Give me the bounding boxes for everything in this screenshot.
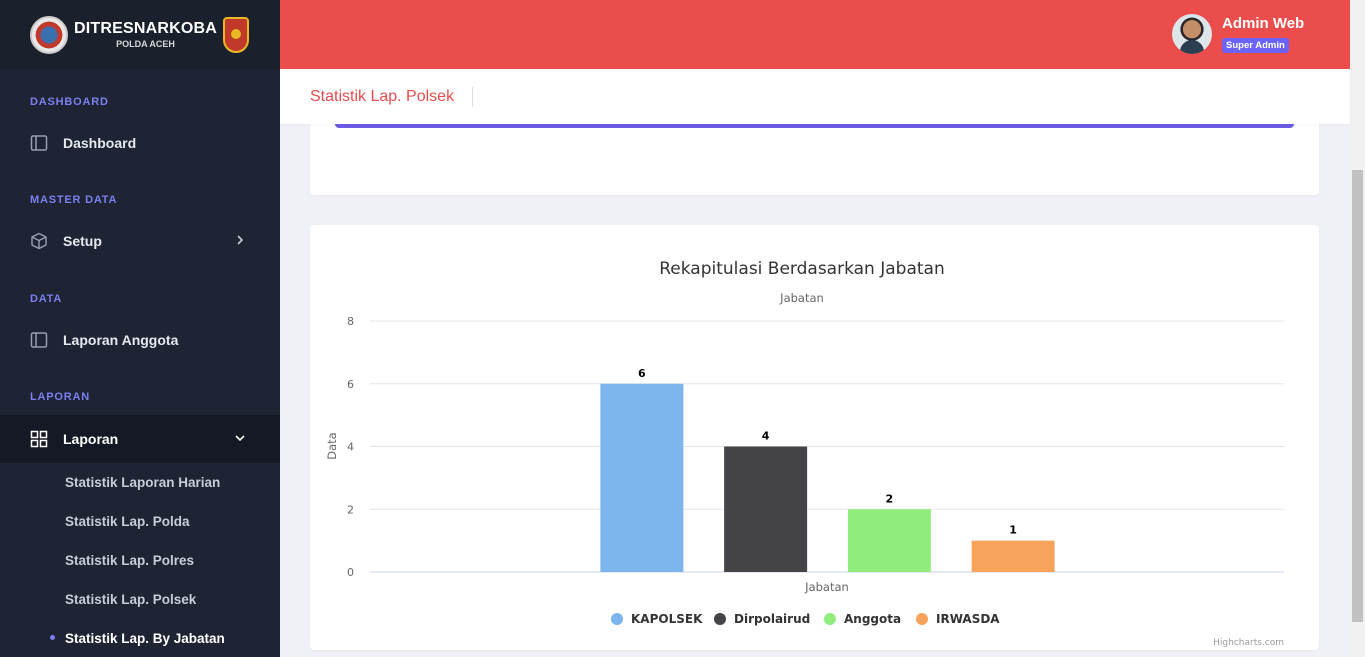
- section-label-laporan: LAPORAN: [30, 391, 90, 403]
- bar-irwasda[interactable]: [971, 540, 1055, 572]
- brand[interactable]: DITRESNARKOBA POLDA ACEH: [0, 0, 280, 69]
- sidebar-item-label: Laporan Anggota: [63, 332, 179, 348]
- submenu-statistik-lap-polda[interactable]: Statistik Lap. Polda: [65, 514, 190, 529]
- legend-item-dirpolairud[interactable]: Dirpolairud: [714, 612, 810, 626]
- title-separator: [472, 87, 473, 107]
- subheader: Statistik Lap. Polsek: [280, 69, 1350, 124]
- section-label-dashboard: DASHBOARD: [30, 96, 109, 108]
- chart-title: Rekapitulasi Berdasarkan Jabatan: [659, 259, 944, 279]
- legend-label: IRWASDA: [936, 612, 1000, 626]
- active-dot-icon: [50, 635, 55, 640]
- cube-icon: [31, 232, 47, 250]
- legend-label: KAPOLSEK: [631, 612, 703, 626]
- brand-title: DITRESNARKOBA: [74, 20, 218, 37]
- grid-icon: [30, 430, 48, 448]
- panel-icon: [30, 135, 48, 151]
- x-axis-label: Jabatan: [804, 580, 849, 594]
- chart-credits[interactable]: Highcharts.com: [1213, 638, 1284, 648]
- sidebar: DITRESNARKOBA POLDA ACEH DASHBOARD Dashb…: [0, 0, 280, 657]
- bar-chart: Rekapitulasi Berdasarkan Jabatan Jabatan…: [325, 259, 1284, 648]
- data-label: 6: [638, 367, 646, 380]
- page-title: Statistik Lap. Polsek: [310, 88, 455, 105]
- legend-symbol-icon: [714, 613, 726, 625]
- legend-label: Anggota: [844, 612, 901, 626]
- y-tick-label: 2: [347, 503, 354, 516]
- brand-text: DITRESNARKOBA POLDA ACEH: [74, 20, 217, 49]
- legend-symbol-icon: [824, 613, 836, 625]
- bar-dirpolairud[interactable]: [724, 446, 808, 573]
- sidebar-item-dashboard[interactable]: Dashboard: [0, 119, 280, 167]
- sidebar-item-label: Setup: [63, 233, 102, 249]
- y-tick-label: 8: [347, 315, 354, 328]
- brand-subtitle: POLDA ACEH: [116, 39, 175, 49]
- page-scrollbar[interactable]: [1350, 0, 1365, 657]
- data-label: 4: [762, 430, 770, 443]
- data-label: 2: [886, 492, 894, 505]
- sidebar-item-laporan-anggota[interactable]: Laporan Anggota: [0, 316, 280, 364]
- submenu-statistik-lap-polsek[interactable]: Statistik Lap. Polsek: [65, 592, 196, 607]
- avatar[interactable]: [1172, 14, 1212, 54]
- user-role-badge: Super Admin: [1222, 38, 1289, 53]
- police-badge-icon: [223, 16, 250, 53]
- legend-symbol-icon: [611, 613, 623, 625]
- y-axis-label: Data: [325, 432, 339, 459]
- y-tick-label: 0: [347, 566, 354, 579]
- legend-symbol-icon: [916, 613, 928, 625]
- sidebar-item-label: Laporan: [63, 431, 119, 447]
- scroll-thumb[interactable]: [1352, 170, 1363, 622]
- user-name[interactable]: Admin Web: [1222, 15, 1304, 32]
- panel-icon: [30, 332, 48, 348]
- bar-kapolsek[interactable]: [600, 383, 684, 572]
- data-label: 1: [1009, 524, 1017, 537]
- brand-logo-icon: [30, 15, 68, 54]
- chart-subtitle: Jabatan: [779, 291, 824, 305]
- legend-label: Dirpolairud: [734, 612, 810, 626]
- bar-anggota[interactable]: [847, 509, 931, 572]
- chevron-right-icon: [237, 235, 244, 245]
- legend-item-irwasda[interactable]: IRWASDA: [916, 612, 1000, 626]
- sidebar-item-laporan[interactable]: Laporan: [0, 415, 280, 463]
- submenu-statistik-laporan-harian[interactable]: Statistik Laporan Harian: [65, 475, 220, 490]
- sidebar-item-label: Dashboard: [63, 135, 137, 151]
- chevron-down-icon: [235, 435, 245, 442]
- legend-item-anggota[interactable]: Anggota: [824, 612, 901, 626]
- topbar: Admin Web Super Admin: [280, 0, 1350, 69]
- submenu-statistik-lap-polres[interactable]: Statistik Lap. Polres: [65, 553, 194, 568]
- legend-item-kapolsek[interactable]: KAPOLSEK: [611, 612, 703, 626]
- y-tick-label: 4: [347, 441, 354, 454]
- section-label-master-data: MASTER DATA: [30, 194, 118, 206]
- chart-card: Rekapitulasi Berdasarkan Jabatan Jabatan…: [310, 225, 1319, 650]
- y-tick-label: 6: [347, 378, 354, 391]
- sidebar-item-setup[interactable]: Setup: [0, 217, 280, 265]
- section-label-data: DATA: [30, 293, 63, 305]
- submenu-statistik-lap-by-jabatan[interactable]: Statistik Lap. By Jabatan: [65, 631, 225, 646]
